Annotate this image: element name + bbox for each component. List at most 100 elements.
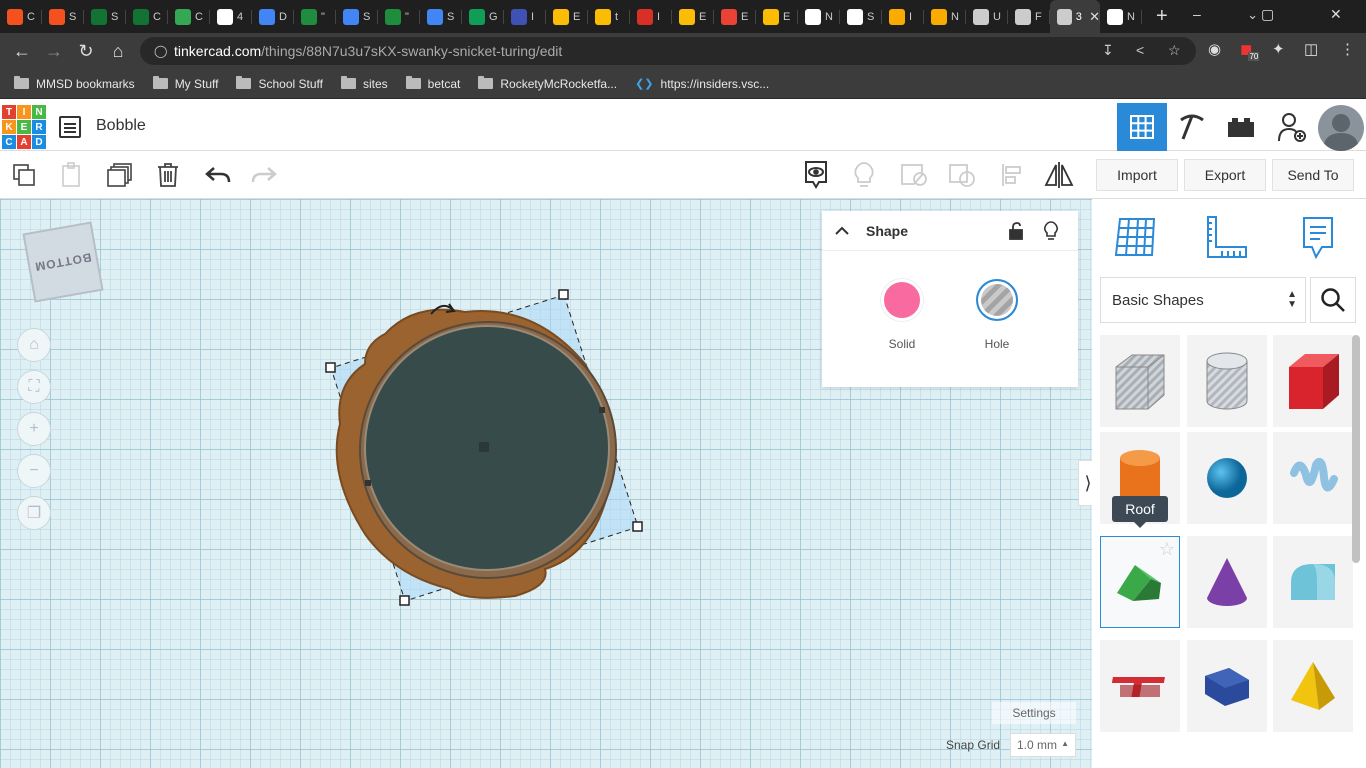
shape-tile-box[interactable] [1273, 335, 1353, 427]
corner-handle[interactable] [399, 595, 410, 606]
bricks-button[interactable] [1216, 103, 1266, 151]
puzzle-icon[interactable]: ✦ [1272, 40, 1285, 58]
chevron-up-icon[interactable] [834, 226, 850, 236]
hole-option[interactable]: Hole [975, 279, 1019, 351]
browser-tab[interactable]: N [924, 0, 966, 33]
browser-tab[interactable]: E [546, 0, 588, 33]
shape-tile-round-roof[interactable] [1273, 536, 1353, 628]
shape-tile-box-hole[interactable] [1100, 335, 1180, 427]
bookmark-item[interactable]: School Stuff [236, 76, 323, 91]
import-button[interactable]: Import [1096, 159, 1178, 191]
browser-tab[interactable]: N [798, 0, 840, 33]
shape-tile-scribble[interactable] [1273, 432, 1353, 524]
browser-tab[interactable]: I [504, 0, 546, 33]
sidebar-scrollbar[interactable] [1352, 335, 1360, 563]
browser-tab[interactable]: S [336, 0, 378, 33]
undo-button[interactable] [202, 159, 234, 191]
shape-tile-sphere[interactable] [1187, 432, 1267, 524]
search-shapes-button[interactable] [1310, 277, 1356, 323]
browser-tab[interactable]: N [1100, 0, 1142, 33]
fit-view-button[interactable]: ⛶ [17, 370, 51, 404]
bookmark-item[interactable]: sites [340, 76, 388, 91]
redo-button[interactable] [248, 159, 280, 191]
corner-handle[interactable] [558, 289, 569, 300]
3d-design-view-button[interactable] [1117, 103, 1167, 151]
align-button[interactable] [996, 159, 1028, 191]
shape-tile-cylinder-hole[interactable] [1187, 335, 1267, 427]
close-window-icon[interactable]: ✕ [1330, 6, 1342, 23]
browser-tab[interactable]: C [168, 0, 210, 33]
browser-tab[interactable]: I [630, 0, 672, 33]
selected-shape[interactable] [305, 274, 665, 634]
settings-button[interactable]: Settings [992, 702, 1076, 724]
design-menu-icon[interactable] [59, 116, 81, 138]
group-button[interactable] [898, 159, 930, 191]
browser-tab[interactable]: D [252, 0, 294, 33]
browser-tab[interactable]: G [462, 0, 504, 33]
add-user-button[interactable] [1267, 103, 1317, 151]
zoom-out-button[interactable]: − [17, 454, 51, 488]
send-to-button[interactable]: Send To [1272, 159, 1354, 191]
shape-tile-cone[interactable] [1187, 536, 1267, 628]
browser-tab[interactable]: " [378, 0, 420, 33]
extension-icon[interactable]: ◉ [1208, 40, 1221, 58]
browser-tab[interactable]: U [966, 0, 1008, 33]
bookmark-item[interactable]: ❮❯ https://insiders.vsc... [635, 77, 769, 91]
browser-tab[interactable]: S [42, 0, 84, 33]
browser-tab[interactable]: S [840, 0, 882, 33]
ublock-icon[interactable]: ◼70 [1240, 40, 1263, 61]
corner-handle[interactable] [325, 362, 336, 373]
ruler-tool[interactable] [1204, 215, 1248, 259]
browser-tab[interactable]: F [1008, 0, 1050, 33]
favorite-star-icon[interactable]: ☆ [1159, 539, 1175, 560]
delete-button[interactable] [152, 159, 184, 191]
browser-tab[interactable]: S [84, 0, 126, 33]
lightbulb-icon[interactable] [1043, 221, 1059, 241]
close-tab-icon[interactable]: ✕ [1089, 9, 1100, 25]
bookmark-item[interactable]: MMSD bookmarks [14, 76, 135, 91]
reload-button[interactable]: ↻ [70, 41, 102, 62]
shape-tile-text[interactable] [1100, 640, 1180, 732]
mirror-button[interactable] [1043, 159, 1075, 191]
home-button[interactable]: ⌂ [102, 41, 134, 62]
bookmark-item[interactable]: RocketyMcRocketfa... [478, 76, 617, 91]
bookmark-item[interactable]: My Stuff [152, 76, 218, 91]
light-bulb-button[interactable] [848, 159, 880, 191]
snap-grid-select[interactable]: 1.0 mm ▲ [1010, 733, 1076, 757]
side-panel-icon[interactable]: ◫ [1304, 40, 1318, 58]
view-cube[interactable]: BOTTOM [22, 221, 104, 303]
browser-tab[interactable]: " [294, 0, 336, 33]
new-tab-button[interactable]: + [1156, 5, 1168, 28]
perspective-button[interactable]: ❐ [17, 496, 51, 530]
ungroup-button[interactable] [946, 159, 978, 191]
browser-tab[interactable]: C [126, 0, 168, 33]
install-icon[interactable]: ↧ [1102, 42, 1114, 59]
home-view-button[interactable]: ⌂ [17, 328, 51, 362]
browser-tab[interactable]: S [420, 0, 462, 33]
address-bar[interactable]: ◯ tinkercad.com/things/88N7u3u7sKX-swank… [140, 37, 1196, 65]
more-menu-icon[interactable]: ⋮ [1340, 40, 1355, 58]
edge-handle[interactable] [365, 480, 371, 486]
browser-tab[interactable]: E [714, 0, 756, 33]
copy-button[interactable] [8, 159, 40, 191]
solid-option[interactable]: Solid [880, 279, 924, 351]
duplicate-button[interactable] [104, 159, 136, 191]
avatar[interactable] [1318, 105, 1364, 151]
browser-tab[interactable]: E [756, 0, 798, 33]
browser-tab[interactable]: t [588, 0, 630, 33]
browser-tab[interactable]: I [882, 0, 924, 33]
browser-tab[interactable]: 3 ✕ [1050, 0, 1100, 33]
notes-tool[interactable] [1296, 215, 1340, 260]
workplane-tool[interactable] [1114, 215, 1158, 259]
bookmark-star-icon[interactable]: ☆ [1168, 42, 1181, 59]
notes-button[interactable] [800, 159, 832, 191]
forward-button[interactable]: → [38, 41, 70, 62]
browser-tab[interactable]: E [672, 0, 714, 33]
bookmark-item[interactable]: betcat [405, 76, 460, 91]
share-icon[interactable]: < [1136, 42, 1144, 58]
corner-handle[interactable] [632, 521, 643, 532]
shape-tile-roof[interactable]: ☆ [1100, 536, 1180, 628]
tab-search-icon[interactable]: ⌄ [1247, 7, 1258, 23]
paste-button[interactable] [56, 159, 88, 191]
blocks-button[interactable] [1167, 103, 1217, 151]
